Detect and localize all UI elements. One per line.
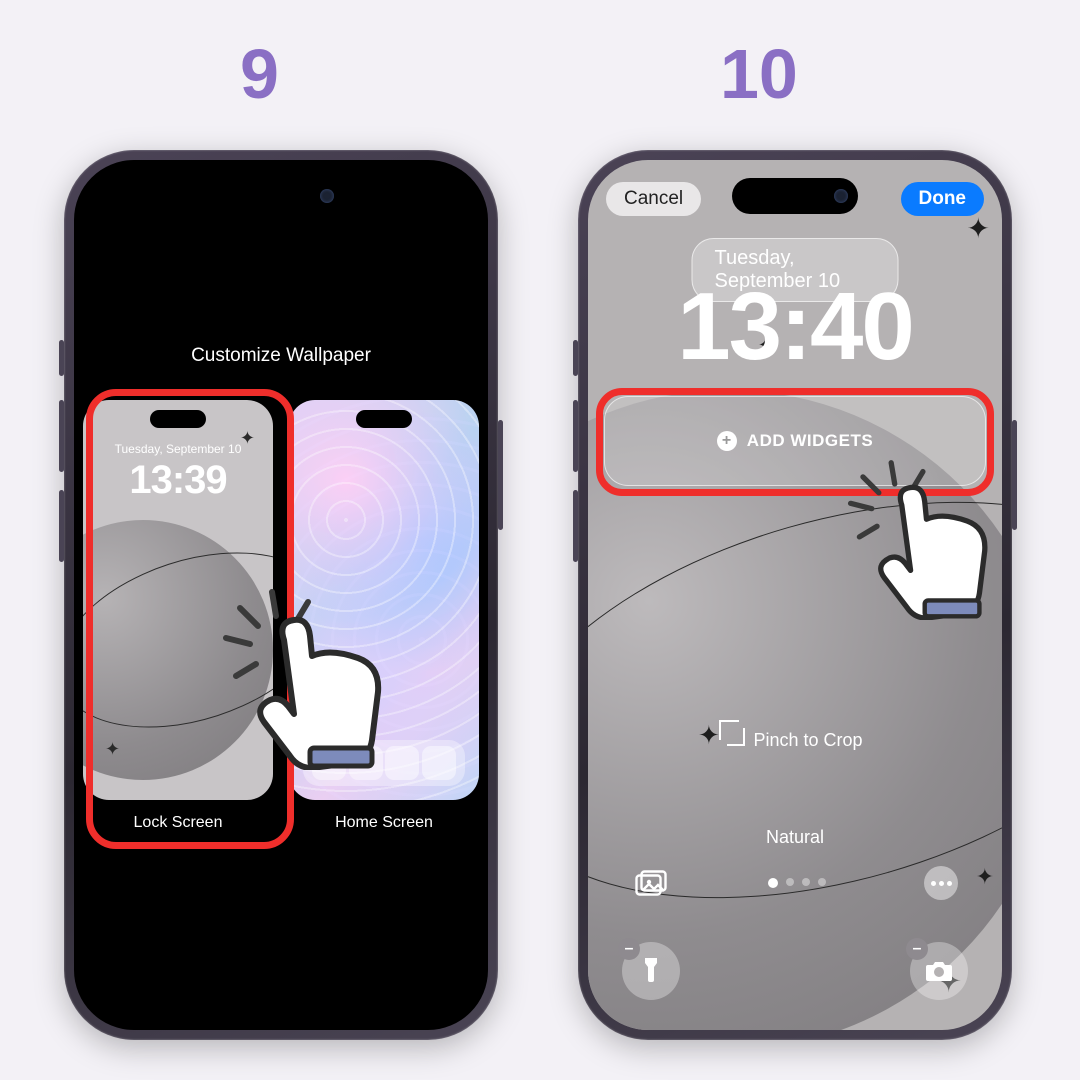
clock-widget[interactable]: 13:40: [588, 272, 1002, 382]
filter-page-dots[interactable]: [768, 878, 826, 888]
sparkle-icon: ✦: [240, 428, 255, 449]
done-button[interactable]: Done: [901, 182, 985, 216]
add-widgets-label: ADD WIDGETS: [747, 431, 873, 451]
filter-name[interactable]: Natural: [588, 827, 1002, 848]
dynamic-island: [218, 178, 344, 214]
mini-time: 13:39: [83, 458, 273, 503]
more-options-button[interactable]: [924, 866, 958, 900]
crop-icon: [727, 728, 745, 746]
tutorial-stage: 9 10 Customize Wallpaper Tuesday, Septem…: [0, 0, 1080, 1080]
mini-app-icon: [349, 746, 383, 780]
volume-up-button: [59, 400, 64, 472]
page-dot-active: [768, 878, 778, 888]
wallpaper-thumbnails: Tuesday, September 10 13:39 ✦ ✦ Lock Scr…: [74, 380, 488, 1030]
page-dot: [802, 878, 810, 886]
tool-row: [588, 866, 1002, 900]
screen-step10: ✦ ✦ ✦ ✦ ✦ Cancel Done Tuesday, September…: [588, 160, 1002, 1030]
power-button: [1012, 420, 1017, 530]
lock-screen-option[interactable]: Tuesday, September 10 13:39 ✦ ✦ Lock Scr…: [83, 400, 273, 1030]
remove-badge-icon: –: [906, 938, 928, 960]
lock-screen-label: Lock Screen: [83, 814, 273, 832]
mini-app-icon: [312, 746, 346, 780]
power-button: [498, 420, 503, 530]
volume-down-button: [573, 490, 578, 562]
pinch-label: Pinch to Crop: [753, 730, 862, 750]
add-widgets-button[interactable]: + ADD WIDGETS: [604, 396, 986, 486]
volume-up-button: [573, 400, 578, 472]
editor-topbar: Cancel Done: [606, 182, 984, 216]
mini-notch: [150, 410, 206, 428]
mini-dock: [303, 740, 465, 786]
page-dot: [786, 878, 794, 886]
home-screen-option[interactable]: Home Screen: [289, 400, 479, 1030]
photos-picker-button[interactable]: [632, 868, 670, 898]
phone-mock-step9: Customize Wallpaper Tuesday, September 1…: [64, 150, 498, 1040]
customize-wallpaper-title: Customize Wallpaper: [74, 345, 488, 367]
camera-shortcut[interactable]: –: [910, 942, 968, 1000]
side-button: [59, 340, 64, 376]
plus-circle-icon: +: [717, 431, 737, 451]
remove-badge-icon: –: [618, 938, 640, 960]
mini-app-icon: [422, 746, 456, 780]
filter-row: Natural: [588, 827, 1002, 848]
step-number-10: 10: [720, 34, 798, 114]
step-number-9: 9: [240, 34, 279, 114]
side-button: [573, 340, 578, 376]
lock-screen-thumbnail[interactable]: Tuesday, September 10 13:39 ✦ ✦: [83, 400, 273, 800]
volume-down-button: [59, 490, 64, 562]
flashlight-shortcut[interactable]: –: [622, 942, 680, 1000]
pinch-to-crop-hint: Pinch to Crop: [588, 728, 1002, 751]
sparkle-icon: ✦: [105, 739, 120, 760]
mini-notch: [356, 410, 412, 428]
screen-step9: Customize Wallpaper Tuesday, September 1…: [74, 160, 488, 1030]
page-dot: [818, 878, 826, 886]
home-screen-thumbnail[interactable]: [289, 400, 479, 800]
mini-app-icon: [385, 746, 419, 780]
sparkle-icon: ✦: [967, 212, 990, 245]
phone-mock-step10: ✦ ✦ ✦ ✦ ✦ Cancel Done Tuesday, September…: [578, 150, 1012, 1040]
cancel-button[interactable]: Cancel: [606, 182, 701, 216]
home-screen-label: Home Screen: [289, 814, 479, 832]
